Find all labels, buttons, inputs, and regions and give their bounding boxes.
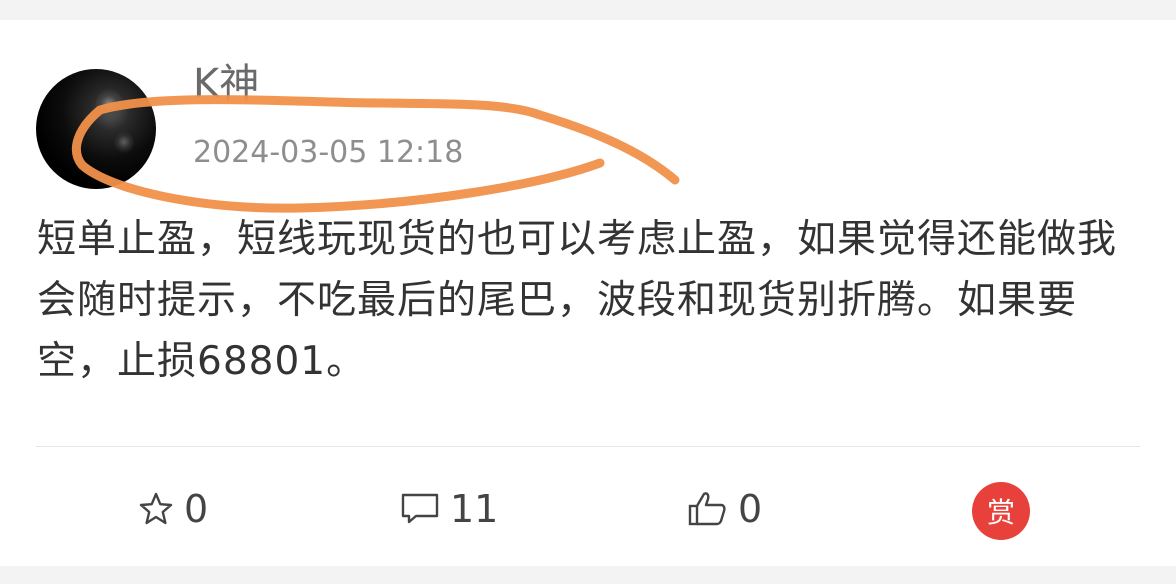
avatar-highlight bbox=[96, 87, 122, 121]
like-button[interactable]: 0 bbox=[688, 485, 762, 533]
divider bbox=[36, 446, 1140, 447]
reward-icon: 赏 bbox=[986, 496, 1015, 529]
avatar[interactable] bbox=[36, 69, 156, 189]
star-icon bbox=[138, 491, 174, 527]
avatar-highlight-2 bbox=[114, 131, 134, 153]
like-count: 0 bbox=[738, 487, 763, 531]
username[interactable]: K神 bbox=[193, 58, 259, 110]
comment-count: 11 bbox=[450, 487, 499, 531]
post-timestamp: 2024-03-05 12:18 bbox=[193, 135, 464, 170]
comment-button[interactable]: 11 bbox=[400, 485, 498, 533]
favorite-count: 0 bbox=[184, 487, 209, 531]
favorite-button[interactable]: 0 bbox=[138, 485, 208, 533]
thumbs-up-icon bbox=[688, 490, 728, 528]
comment-icon bbox=[400, 491, 440, 527]
reward-button[interactable]: 赏 bbox=[972, 482, 1030, 540]
post-content: 短单止盈，短线玩现货的也可以考虑止盈，如果觉得还能做我会随时提示，不吃最后的尾巴… bbox=[37, 217, 1118, 384]
